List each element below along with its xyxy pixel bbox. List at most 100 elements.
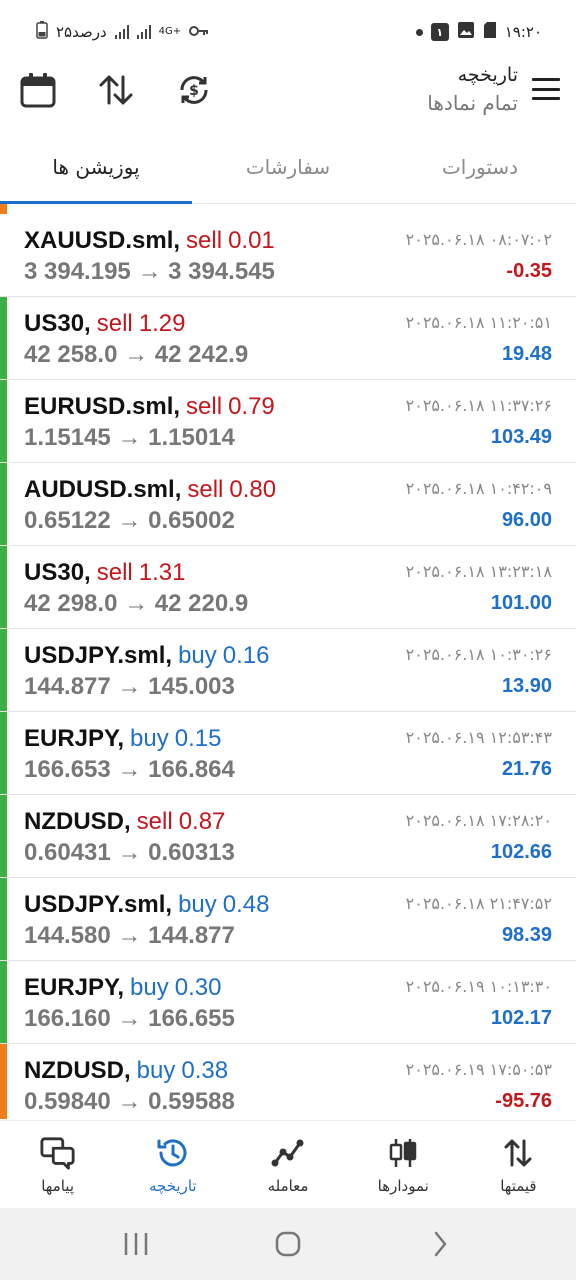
symbol: EURUSD.sml [24, 393, 174, 420]
close-price: 42 242.9 [154, 341, 249, 368]
nav-charts[interactable]: نمودارها [346, 1121, 461, 1208]
symbol-filter: تمام نمادها [427, 91, 518, 115]
price-range: 3 394.195 → 3 394.545 [24, 258, 275, 286]
position-row[interactable]: NZDUSD, buy 0.38 0.59840 → 0.59588 ۲۰۲۵.۰۶.۱… [0, 1044, 576, 1119]
title-block[interactable]: تاریخچه تمام نمادها [427, 62, 518, 118]
nav-trade[interactable]: معامله [230, 1121, 345, 1208]
row-status-edge [0, 795, 7, 877]
signal-icon [114, 25, 129, 39]
price-range: 42 298.0 → 42 220.9 [24, 590, 248, 618]
position-row[interactable]: EURJPY, buy 0.15 166.653 → 166.864 ۲۰۲۵.۰۶.۱… [0, 712, 576, 795]
trade-side: buy [130, 974, 169, 1001]
history-clock-icon [155, 1135, 191, 1171]
position-header: XAUUSD.sml, sell 0.01 [24, 227, 275, 254]
position-row[interactable]: EURUSD.sml, sell 0.79 1.15145 → 1.15014 ۲۰۲۵… [0, 380, 576, 463]
nav-charts-label: نمودارها [377, 1176, 429, 1195]
key-icon [189, 23, 209, 41]
position-row[interactable]: XAUUSD.sml, sell 0.01 3 394.195 → 3 394.545… [0, 214, 576, 297]
arrow-right-icon: → [110, 922, 149, 949]
symbol: US30 [24, 310, 85, 337]
home-button[interactable] [258, 1224, 318, 1264]
row-status-edge [0, 878, 7, 960]
status-left: ۲۵درصد 4G+ [36, 21, 209, 43]
position-header: US30, sell 1.31 [24, 559, 186, 586]
position-row[interactable]: AUDUSD.sml, sell 0.80 0.65122 → 0.65002 ۲۰۲۵… [0, 463, 576, 546]
position-time: ۲۰۲۵.۰۶.۱۸ ۱۳:۲۳:۱۸ [405, 562, 552, 581]
position-row[interactable]: EURJPY, buy 0.30 166.160 → 166.655 ۲۰۲۵.۰۶.۱… [0, 961, 576, 1044]
tab-orders[interactable]: سفارشات [192, 130, 384, 203]
symbol: NZDUSD [24, 1057, 124, 1084]
nav-quotes[interactable]: قیمتها [461, 1121, 576, 1208]
open-price: 166.160 [24, 1005, 111, 1032]
row-status-edge [0, 629, 7, 711]
volume: 0.30 [174, 974, 222, 1001]
profit-value: 98.39 [501, 924, 552, 946]
volume: 0.48 [222, 891, 270, 918]
tab-positions[interactable]: پوزیشن ها [0, 130, 192, 204]
tab-deals-label: دستورات [441, 154, 519, 179]
nav-trade-label: معامله [267, 1176, 309, 1195]
position-row[interactable]: USDJPY.sml, buy 0.16 144.877 → 145.003 ۲۰۲۵.… [0, 629, 576, 712]
sim-icon [483, 21, 497, 43]
trade-line-icon [270, 1135, 306, 1171]
arrow-right-icon: → [110, 1005, 149, 1032]
price-range: 0.59840 → 0.59588 [24, 1088, 235, 1116]
trade-side: buy [136, 1057, 176, 1084]
close-price: 166.655 [148, 1005, 235, 1032]
symbol: EURJPY [24, 974, 118, 1001]
tab-deals[interactable]: دستورات [384, 130, 576, 203]
volume: 0.38 [181, 1057, 229, 1084]
arrow-right-icon: → [110, 424, 149, 451]
position-time: ۲۰۲۵.۰۶.۱۸ ۰۸:۰۷:۰۲ [405, 230, 552, 249]
volume: 0.79 [228, 393, 275, 420]
close-price: 144.877 [148, 922, 235, 949]
price-range: 1.15145 → 1.15014 [24, 424, 235, 452]
price-range: 166.653 → 166.864 [24, 756, 235, 784]
nav-messages[interactable]: پیامها [0, 1121, 115, 1208]
position-row[interactable]: USDJPY.sml, buy 0.48 144.580 → 144.877 ۲۰۲۵.… [0, 878, 576, 961]
position-time: ۲۰۲۵.۰۶.۱۸ ۱۱:۲۰:۵۱ [405, 313, 552, 332]
clock: ۱۹:۲۰ [504, 23, 542, 41]
recent-apps-button[interactable] [106, 1224, 166, 1264]
symbol: USDJPY.sml [24, 891, 166, 918]
tab-bar: پوزیشن ها سفارشات دستورات [0, 130, 576, 204]
price-range: 42 258.0 → 42 242.9 [24, 341, 248, 369]
symbol: NZDUSD [24, 808, 124, 835]
profit-value: 96.00 [501, 509, 552, 531]
open-price: 1.15145 [24, 424, 111, 451]
close-price: 0.60313 [148, 839, 235, 866]
battery-icon [36, 21, 48, 43]
nav-history[interactable]: تاریخچه [115, 1121, 230, 1208]
volume: 0.80 [229, 476, 277, 503]
sort-icon[interactable] [96, 70, 136, 110]
row-status-edge [0, 214, 7, 296]
arrow-right-icon: → [130, 258, 169, 285]
position-header: EURJPY, buy 0.30 [24, 974, 222, 1001]
open-price: 144.877 [24, 673, 111, 700]
position-header: USDJPY.sml, buy 0.16 [24, 642, 270, 669]
calendar-icon[interactable] [18, 70, 58, 110]
close-price: 1.15014 [148, 424, 235, 451]
open-price: 3 394.195 [24, 258, 131, 285]
close-price: 0.59588 [148, 1088, 235, 1115]
page-title: تاریخچه [457, 64, 518, 86]
position-time: ۲۰۲۵.۰۶.۱۸ ۱۰:۳۰:۲۶ [405, 645, 552, 664]
system-nav-bar [0, 1208, 576, 1280]
nav-messages-label: پیامها [41, 1176, 74, 1195]
back-button[interactable] [410, 1224, 470, 1264]
profit-value: 13.90 [501, 675, 552, 697]
tab-orders-label: سفارشات [245, 154, 331, 179]
open-price: 144.580 [24, 922, 111, 949]
close-price: 3 394.545 [168, 258, 275, 285]
close-price: 42 220.9 [154, 590, 249, 617]
trade-side: sell [96, 310, 133, 337]
svg-text:$: $ [189, 83, 199, 99]
volume: 0.16 [222, 642, 270, 669]
position-row[interactable]: US30, sell 1.31 42 298.0 → 42 220.9 ۲۰۲۵.۰۶.… [0, 546, 576, 629]
position-row[interactable]: US30, sell 1.29 42 258.0 → 42 242.9 ۲۰۲۵.۰۶.… [0, 297, 576, 380]
currency-exchange-icon[interactable]: $ [174, 70, 214, 110]
row-status-edge [0, 380, 7, 462]
positions-list[interactable]: XAUUSD.sml, sell 0.01 3 394.195 → 3 394.545… [0, 214, 576, 1119]
menu-icon[interactable] [532, 78, 560, 100]
position-row[interactable]: NZDUSD, sell 0.87 0.60431 → 0.60313 ۲۰۲۵.۰۶.… [0, 795, 576, 878]
